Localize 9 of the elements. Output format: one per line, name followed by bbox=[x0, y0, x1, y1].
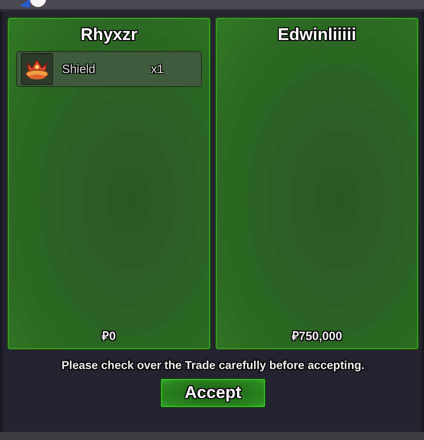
trader-name: Rhyxzr bbox=[80, 25, 138, 45]
trade-notice: Please check over the Trade carefully before accepting. bbox=[62, 360, 364, 372]
trade-item[interactable]: Shield x1 bbox=[16, 51, 202, 87]
item-quantity: x1 bbox=[151, 62, 164, 76]
accept-button[interactable]: Accept bbox=[160, 378, 266, 408]
money-amount: ₽750,000 bbox=[292, 328, 342, 344]
item-name: Shield bbox=[62, 62, 96, 76]
trader-name: Edwinliiiii bbox=[278, 25, 356, 45]
money-amount: ₽0 bbox=[102, 328, 116, 344]
